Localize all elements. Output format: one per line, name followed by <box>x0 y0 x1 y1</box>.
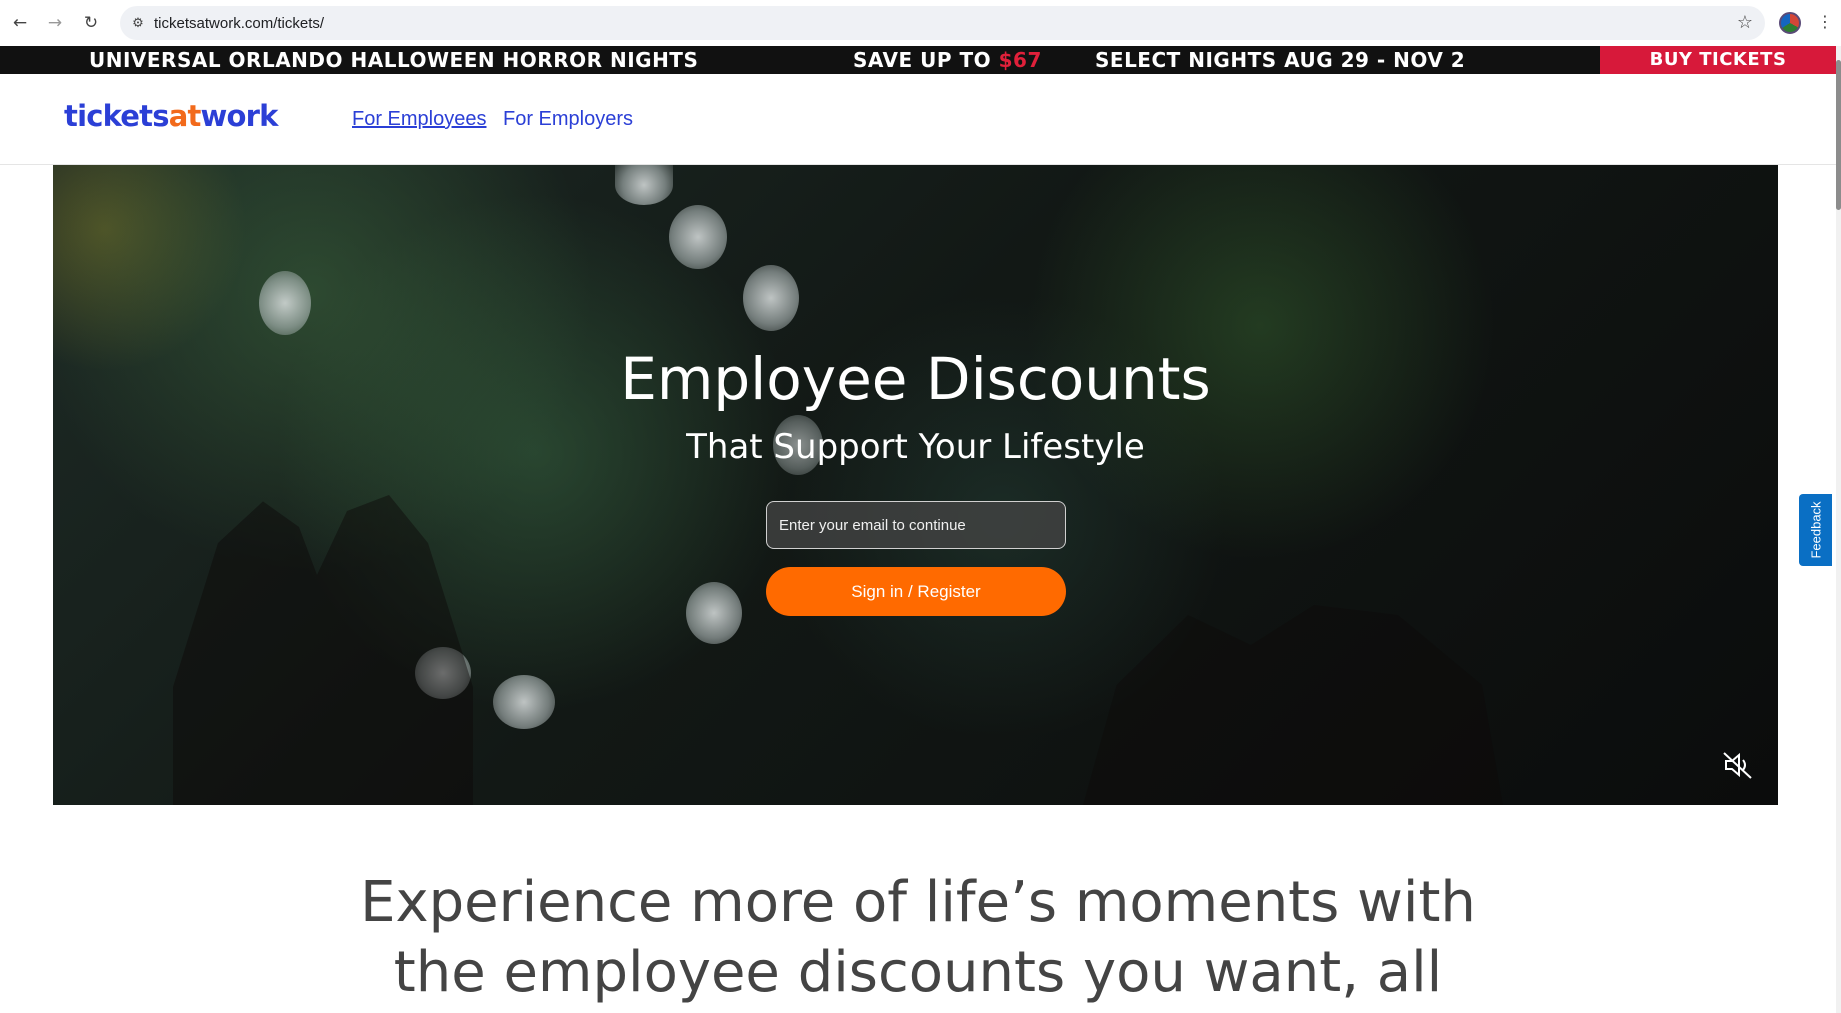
forward-icon[interactable]: → <box>43 11 67 35</box>
url-text[interactable]: ticketsatwork.com/tickets/ <box>154 15 324 32</box>
heart-hands <box>173 495 473 805</box>
page-scrollbar[interactable] <box>1836 46 1841 1013</box>
buy-tickets-button[interactable]: BUY TICKETS <box>1600 46 1836 74</box>
bookmark-star-icon[interactable]: ☆ <box>1737 12 1753 33</box>
promo-banner[interactable]: UNIVERSAL ORLANDO HALLOWEEN HORROR NIGHT… <box>0 46 1836 74</box>
promo-price: $67 <box>998 48 1042 72</box>
hero-title: Employee Discounts <box>620 345 1211 413</box>
bokeh-light <box>669 205 727 269</box>
feedback-tab[interactable]: Feedback <box>1799 494 1832 566</box>
back-icon[interactable]: ← <box>8 11 32 35</box>
feedback-label: Feedback <box>1808 501 1823 559</box>
scrollbar-thumb[interactable] <box>1836 60 1841 210</box>
browser-menu-icon[interactable]: ⋮ <box>1817 12 1833 31</box>
sign-in-register-button[interactable]: Sign in / Register <box>766 567 1066 616</box>
address-bar[interactable]: ⚙ ticketsatwork.com/tickets/ ☆ <box>120 6 1765 40</box>
tagline-line-2: the employee discounts you want, all <box>393 940 1443 1005</box>
promo-dates: SELECT NIGHTS AUG 29 - NOV 2 <box>1095 48 1466 72</box>
bokeh-light <box>743 265 799 331</box>
hero-subtitle: That Support Your Lifestyle <box>686 427 1145 467</box>
volume-muted-icon[interactable] <box>1721 750 1755 780</box>
profile-avatar[interactable] <box>1779 12 1801 34</box>
promo-save: SAVE UP TO $67 <box>853 48 1042 72</box>
tagline: Experience more of life’s moments with t… <box>0 868 1836 1008</box>
reload-icon[interactable]: ↻ <box>79 11 103 35</box>
tagline-line-1: Experience more of life’s moments with <box>360 870 1476 935</box>
email-input[interactable] <box>766 501 1066 549</box>
bokeh-light <box>493 675 555 729</box>
site-info-icon[interactable]: ⚙ <box>128 13 148 33</box>
bokeh-light <box>259 271 311 335</box>
logo[interactable]: ticketsatwork <box>64 99 278 133</box>
hero-video: Employee Discounts That Support Your Lif… <box>53 165 1778 805</box>
bokeh-light <box>615 165 673 205</box>
nav-for-employers[interactable]: For Employers <box>503 108 633 131</box>
heart-hands <box>1083 605 1503 805</box>
browser-toolbar: ← → ↻ ⚙ ticketsatwork.com/tickets/ ☆ ⋮ <box>0 0 1841 46</box>
site-header: ticketsatwork For Employees For Employer… <box>0 74 1836 165</box>
nav-for-employees[interactable]: For Employees <box>352 108 487 131</box>
promo-event: UNIVERSAL ORLANDO HALLOWEEN HORROR NIGHT… <box>89 48 699 72</box>
bokeh-light <box>686 582 742 644</box>
